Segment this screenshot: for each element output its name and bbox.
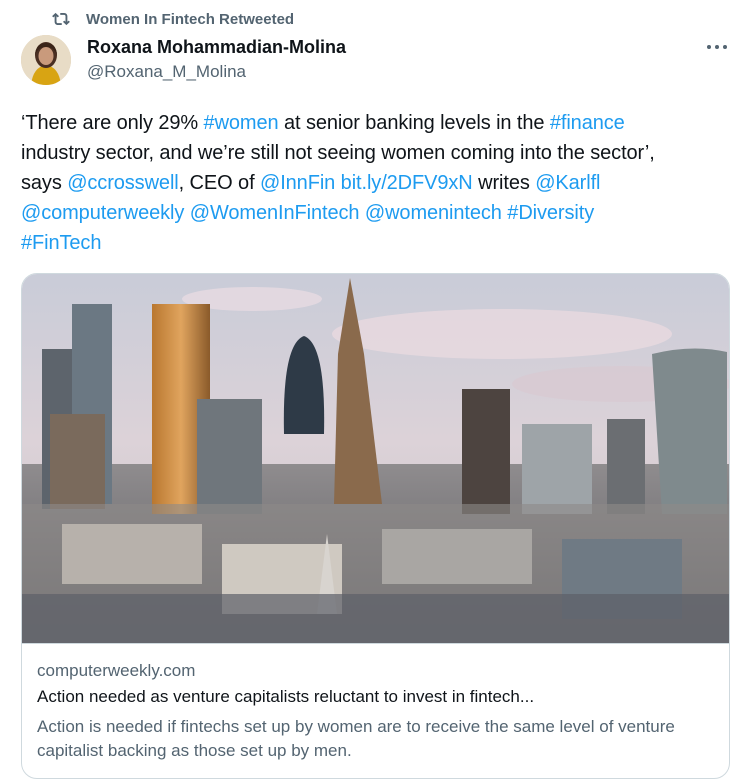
url-link[interactable]: bit.ly/2DFV9xN bbox=[341, 172, 473, 194]
author-handle[interactable]: @Roxana_M_Molina bbox=[87, 62, 246, 82]
link-preview-card[interactable]: computerweekly.com Action needed as vent… bbox=[21, 273, 730, 779]
tweet-line: @computerweekly @WomenInFintech @womenin… bbox=[21, 198, 733, 228]
tweet-text: ‘There are only 29% #women at senior ban… bbox=[21, 108, 733, 258]
tweet-text-segment: at senior banking levels in the bbox=[278, 112, 550, 134]
tweet-text-segment: says bbox=[21, 172, 68, 194]
hashtag-link[interactable]: #Diversity bbox=[507, 202, 594, 224]
avatar-photo bbox=[21, 35, 71, 85]
retweet-icon bbox=[52, 12, 70, 26]
card-image[interactable] bbox=[22, 274, 729, 644]
tweet-text-segment: industry sector, and we’re still not see… bbox=[21, 142, 655, 164]
retweet-label: Women In Fintech Retweeted bbox=[86, 10, 295, 28]
mention-link[interactable]: @womenintech bbox=[365, 202, 502, 224]
card-title: Action needed as venture capitalists rel… bbox=[37, 687, 535, 706]
hashtag-link[interactable]: #women bbox=[204, 112, 279, 134]
more-dot bbox=[723, 45, 727, 49]
mention-link[interactable]: @computerweekly bbox=[21, 202, 184, 224]
mention-link[interactable]: @WomenInFintech bbox=[190, 202, 360, 224]
card-domain: computerweekly.com bbox=[37, 661, 196, 680]
more-dot bbox=[707, 45, 711, 49]
hashtag-link[interactable]: #finance bbox=[550, 112, 625, 134]
more-icon[interactable] bbox=[700, 36, 734, 58]
tweet-line: says @ccrosswell, CEO of @InnFin bit.ly/… bbox=[21, 168, 733, 198]
tweet-text-segment: , CEO of bbox=[178, 172, 260, 194]
card-description: Action is needed if fintechs set up by w… bbox=[37, 717, 675, 760]
tweet-text-segment: ‘There are only 29% bbox=[21, 112, 204, 134]
tweet-line: industry sector, and we’re still not see… bbox=[21, 138, 733, 168]
hashtag-link[interactable]: #FinTech bbox=[21, 232, 101, 254]
mention-link[interactable]: @Karlfl bbox=[535, 172, 600, 194]
more-dot bbox=[715, 45, 719, 49]
author-name[interactable]: Roxana Mohammadian-Molina bbox=[87, 37, 346, 58]
tweet-text-segment: writes bbox=[472, 172, 536, 194]
mention-link[interactable]: @InnFin bbox=[260, 172, 335, 194]
tweet-line: #FinTech bbox=[21, 228, 733, 258]
mention-link[interactable]: @ccrosswell bbox=[67, 172, 179, 194]
tweet-line: ‘There are only 29% #women at senior ban… bbox=[21, 108, 733, 138]
london-city-skyline-photo bbox=[22, 274, 729, 643]
avatar[interactable] bbox=[21, 35, 71, 85]
retweet-context[interactable]: Women In Fintech Retweeted bbox=[52, 9, 294, 29]
